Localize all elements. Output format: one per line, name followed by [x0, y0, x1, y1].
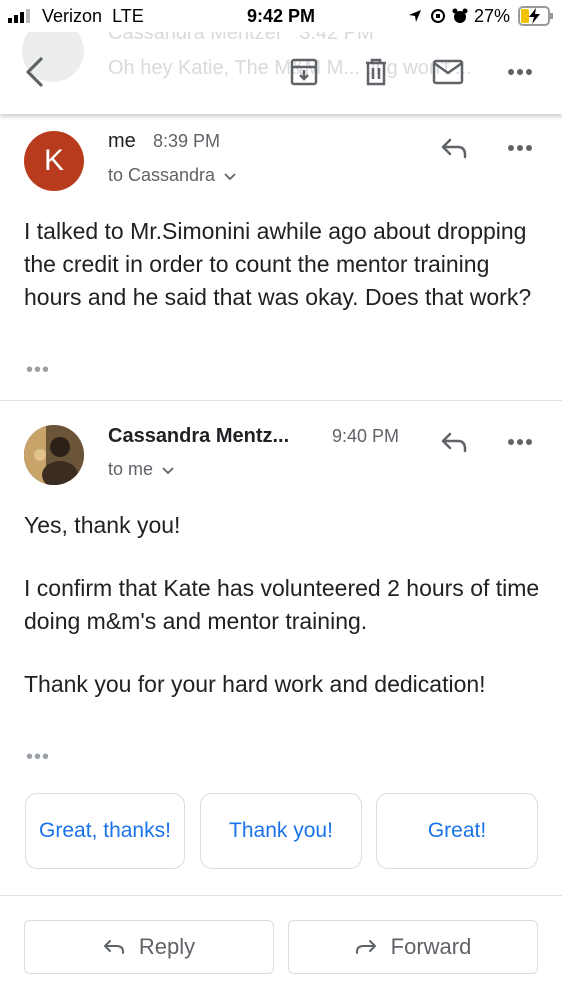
ghost-sender: Cassandra Mentzer 3:42 PM	[108, 32, 374, 44]
forward-label: Forward	[390, 934, 472, 959]
message-body-line: Thank you for your hard work and dedicat…	[24, 671, 486, 697]
lock-rotation-icon	[431, 9, 445, 23]
chevron-down-icon	[224, 173, 236, 181]
smart-reply-chip[interactable]: Great, thanks!	[25, 793, 185, 869]
show-trimmed-content[interactable]: •••	[26, 359, 50, 382]
forward-arrow-icon	[355, 940, 376, 954]
message-time: 8:39 PM	[153, 131, 221, 151]
reply-button[interactable]: Reply	[24, 920, 274, 974]
avatar[interactable]: K	[24, 131, 84, 191]
top-toolbar: Cassandra Mentzer 3:42 PM Oh hey Katie, …	[0, 32, 562, 114]
smart-reply-chip[interactable]: Thank you!	[200, 793, 362, 869]
profile-photo	[24, 425, 84, 485]
battery-charging-icon	[518, 6, 553, 26]
reply-arrow-icon	[103, 940, 124, 954]
message-body-line: Yes, thank you!	[24, 512, 181, 538]
recipients-toggle[interactable]: to me	[108, 459, 174, 480]
mail-icon[interactable]	[428, 52, 468, 92]
reply-icon[interactable]	[436, 424, 472, 460]
sender-name: me	[108, 130, 136, 152]
sender-name: Cassandra Mentz...	[108, 425, 290, 447]
message-body: I talked to Mr.Simonini awhile ago about…	[24, 218, 532, 310]
reply-label: Reply	[138, 934, 196, 959]
message-body-line: I confirm that Kate has volunteered 2 ho…	[24, 575, 540, 634]
forward-button[interactable]: Forward	[288, 920, 538, 974]
archive-icon[interactable]	[284, 52, 324, 92]
divider	[0, 400, 562, 401]
reply-icon[interactable]	[436, 130, 472, 166]
divider	[0, 895, 562, 896]
trash-icon[interactable]	[356, 52, 396, 92]
back-arrow-icon[interactable]	[14, 52, 54, 92]
message-more-icon[interactable]	[500, 424, 540, 460]
message-more-icon[interactable]	[500, 130, 540, 166]
status-bar: Verizon LTE 9:42 PM 27%	[0, 0, 562, 32]
show-trimmed-content[interactable]: •••	[26, 746, 50, 769]
location-icon	[409, 10, 421, 22]
avatar[interactable]	[24, 425, 84, 485]
more-icon[interactable]	[500, 52, 540, 92]
recipients-toggle[interactable]: to Cassandra	[108, 165, 236, 186]
message-time: 9:40 PM	[332, 426, 400, 446]
smart-reply-chip[interactable]: Great!	[376, 793, 538, 869]
battery-percent: 27%	[474, 6, 511, 26]
alarm-icon	[452, 8, 468, 23]
chevron-down-icon	[162, 467, 174, 475]
